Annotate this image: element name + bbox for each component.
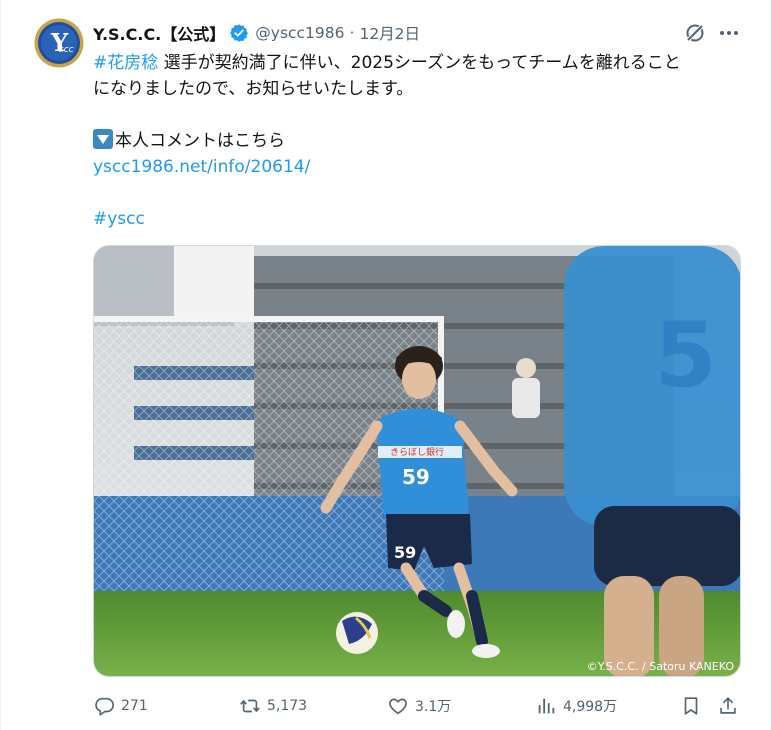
views-count: 4,998万 <box>563 699 618 715</box>
comment-label: 本人コメントはこちら <box>115 131 285 151</box>
author-handle[interactable]: @yscc1986 <box>255 24 344 42</box>
bookmark-icon <box>684 697 698 715</box>
header-separator: · <box>349 24 355 42</box>
text-line-1-rest: 選手が契約満了に伴い、2025シーズンをもってチームを離れること <box>158 53 681 73</box>
retweet-count: 5,173 <box>267 698 308 714</box>
more-icon[interactable] <box>717 21 741 45</box>
reply-count: 271 <box>121 698 148 714</box>
like-icon <box>389 698 407 715</box>
retweet-icon <box>240 699 260 713</box>
verified-badge-icon[interactable] <box>229 23 249 43</box>
down-triangle-icon <box>93 129 113 149</box>
photo-shorts-number: 59 <box>394 543 416 562</box>
grok-icon[interactable] <box>683 21 707 45</box>
action-bar: 271 5,173 3.1万 4,998万 <box>93 692 743 720</box>
reply-icon <box>95 697 114 716</box>
text-line-1: #花房稔 選手が契約満了に伴い、2025シーズンをもってチームを離れること <box>93 50 743 76</box>
like-count: 3.1万 <box>415 699 452 715</box>
bookmark-button[interactable] <box>680 692 708 720</box>
tweet-card[interactable]: Y scc Y.S.C.C.【公式】 @yscc1986 · 12月2日 #花房… <box>0 0 771 730</box>
views-button[interactable]: 4,998万 <box>535 692 617 720</box>
retweet-button[interactable]: 5,173 <box>239 692 307 720</box>
text-line-2: になりましたので、お知らせいたします。 <box>93 79 414 99</box>
tweet-text: #花房稔 選手が契約満了に伴い、2025シーズンをもってチームを離れること にな… <box>93 50 743 232</box>
svg-text:5: 5 <box>654 303 717 408</box>
avatar[interactable]: Y scc <box>34 18 84 68</box>
tweet-header: Y.S.C.C.【公式】 @yscc1986 · 12月2日 <box>93 20 420 46</box>
svg-text:scc: scc <box>59 45 74 55</box>
photo-credit: ©Y.S.C.C. / Satoru KANEKO <box>587 660 735 673</box>
photo-sponsor: きらぼし銀行 <box>390 446 444 458</box>
views-icon <box>538 698 555 714</box>
reply-button[interactable]: 271 <box>93 692 148 720</box>
share-button[interactable] <box>717 692 745 720</box>
tweet-date[interactable]: 12月2日 <box>359 22 420 44</box>
share-icon <box>720 697 736 714</box>
author-display-name[interactable]: Y.S.C.C.【公式】 <box>93 21 225 45</box>
tweet-photo[interactable]: 5 きらぼし銀行 59 59 ©Y.S.C.C. / Satoru KANEKO <box>93 245 741 677</box>
info-link[interactable]: yscc1986.net/info/20614/ <box>93 154 743 180</box>
like-button[interactable]: 3.1万 <box>387 692 451 720</box>
photo-jersey-number: 59 <box>402 465 430 489</box>
comment-line: 本人コメントはこちら <box>93 128 743 154</box>
hashtag-team-link[interactable]: #yscc <box>93 206 743 232</box>
hashtag-player-link[interactable]: #花房稔 <box>93 53 158 73</box>
